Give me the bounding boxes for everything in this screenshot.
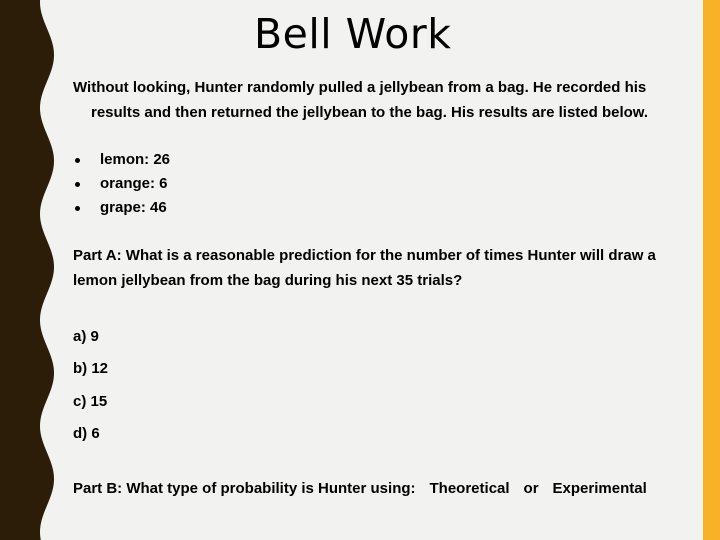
result-item-grape: grape: 46 (73, 196, 170, 220)
wave-border-shape (0, 0, 54, 540)
intro-text-line-1: Without looking, Hunter randomly pulled … (73, 79, 647, 96)
right-accent-bar (703, 0, 720, 540)
result-label: grape: 46 (100, 199, 167, 216)
choice-theoretical: Theoretical (429, 480, 510, 497)
bullet-icon (75, 158, 80, 163)
part-a-question-line-1: Part A: What is a reasonable prediction … (73, 247, 656, 264)
part-b-question-text: Part B: What type of probability is Hunt… (73, 480, 416, 497)
part-a-question-line-2: lemon jellybean from the bag during his … (73, 272, 463, 289)
part-b-question: Part B: What type of probability is Hunt… (73, 477, 647, 501)
bullet-icon (75, 182, 80, 187)
result-item-lemon: lemon: 26 (73, 148, 170, 172)
result-label: orange: 6 (100, 175, 168, 192)
choice-separator: or (523, 480, 539, 497)
slide-title: Bell Work (254, 10, 452, 58)
choice-experimental: Experimental (552, 480, 647, 497)
result-item-orange: orange: 6 (73, 172, 170, 196)
answer-option-a: a) 9 (73, 328, 99, 345)
answer-option-c: c) 15 (73, 393, 108, 410)
intro-text-line-2: results and then returned the jellybean … (91, 104, 649, 121)
answer-option-d: d) 6 (73, 425, 100, 442)
result-label: lemon: 26 (100, 151, 171, 168)
bullet-icon (75, 206, 80, 211)
results-list: lemon: 26 orange: 6 grape: 46 (73, 148, 170, 220)
answer-option-b: b) 12 (73, 360, 109, 377)
wavy-left-border (0, 0, 54, 540)
